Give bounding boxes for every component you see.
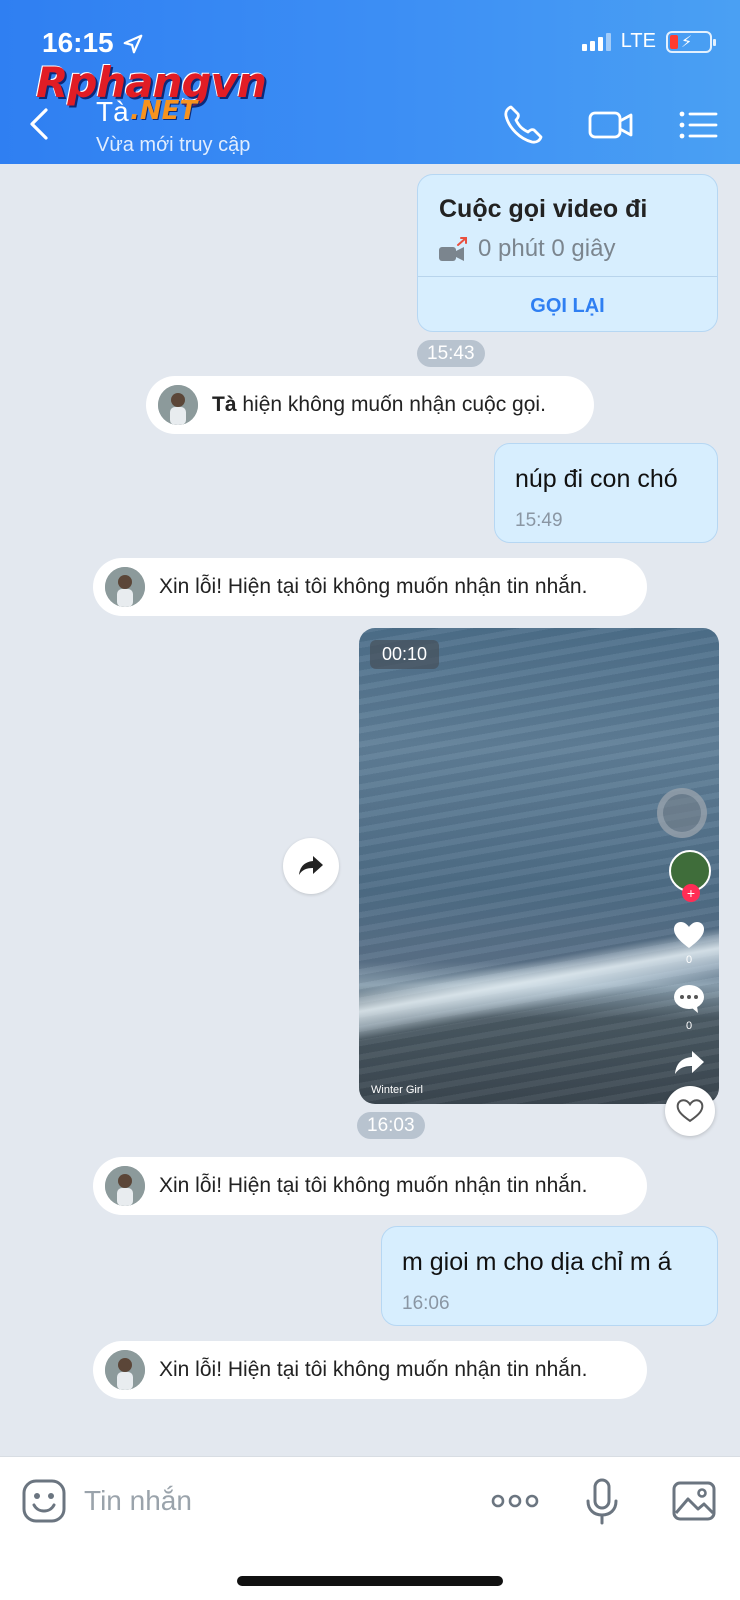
chat-header: 16:15 LTE ⚡ Rphangvn Tà .NET Vừa mới tru… — [0, 0, 740, 164]
outgoing-video-icon — [439, 237, 467, 261]
system-message: Tà hiện không muốn nhận cuộc gọi. — [146, 376, 594, 434]
share-arrow-icon — [299, 856, 323, 875]
location-arrow-icon — [123, 34, 143, 54]
system-message: Xin lỗi! Hiện tại tôi không muốn nhận ti… — [93, 1341, 647, 1399]
home-indicator — [237, 1576, 503, 1586]
more-icon[interactable] — [490, 1477, 540, 1525]
status-indicators: LTE ⚡ — [581, 30, 716, 53]
like-icon — [674, 922, 704, 948]
back-icon[interactable] — [22, 104, 54, 144]
call-duration: 0 phút 0 giây — [478, 235, 616, 262]
call-back-button[interactable]: GỌI LẠI — [418, 295, 717, 318]
message-text: núp đi con chó — [515, 465, 678, 493]
system-text: Xin lỗi! Hiện tại tôi không muốn nhận ti… — [159, 575, 588, 598]
contact-name-bold: Tà — [212, 393, 237, 416]
avatar — [105, 1166, 145, 1206]
contact-status: Vừa mới truy cập — [96, 134, 251, 156]
video-duration: 00:10 — [370, 640, 440, 669]
contact-name[interactable]: Tà — [96, 96, 129, 128]
comment-icon — [674, 985, 704, 1013]
video-message[interactable]: 00:10 + 0 0 Winter Girl — [359, 628, 719, 1104]
comment-count: 0 — [685, 1020, 693, 1032]
battery-icon: ⚡ — [666, 30, 716, 53]
avatar — [158, 385, 198, 425]
message-time: 15:49 — [515, 510, 563, 531]
video-credit: Winter Girl — [371, 1084, 423, 1096]
mic-icon[interactable] — [578, 1477, 626, 1525]
watermark-suffix: .NET — [130, 96, 198, 126]
call-title: Cuộc gọi video đi — [439, 195, 648, 223]
avatar — [105, 1350, 145, 1390]
video-call-icon[interactable] — [587, 102, 635, 148]
menu-icon[interactable] — [678, 102, 720, 148]
system-message: Xin lỗi! Hiện tại tôi không muốn nhận ti… — [93, 1157, 647, 1215]
share-icon — [675, 1051, 704, 1074]
video-call-card: Cuộc gọi video đi 0 phút 0 giây GỌI LẠI — [417, 174, 718, 332]
system-text: hiện không muốn nhận cuộc gọi. — [236, 393, 546, 416]
status-time: 16:15 — [42, 27, 114, 58]
music-disc-icon — [657, 788, 707, 838]
divider — [418, 276, 717, 277]
network-type: LTE — [620, 30, 656, 52]
message-text: m gioi m cho dịa chỉ m á — [402, 1248, 672, 1276]
message-input[interactable]: Tin nhắn — [84, 1479, 464, 1523]
time-badge: 16:03 — [357, 1112, 425, 1139]
message-time: 16:06 — [402, 1293, 450, 1314]
react-heart-button[interactable] — [665, 1086, 715, 1136]
image-icon[interactable] — [670, 1477, 718, 1525]
follow-plus-icon: + — [682, 884, 700, 902]
forward-button[interactable] — [283, 838, 339, 894]
phone-icon[interactable] — [500, 102, 546, 148]
avatar — [105, 567, 145, 607]
outgoing-message[interactable]: núp đi con chó 15:49 — [494, 443, 718, 543]
like-count: 0 — [685, 954, 693, 966]
time-badge: 15:43 — [417, 340, 485, 367]
outgoing-message[interactable]: m gioi m cho dịa chỉ m á 16:06 — [381, 1226, 718, 1326]
heart-outline-icon — [676, 1099, 704, 1123]
sticker-icon[interactable] — [20, 1477, 68, 1525]
system-message: Xin lỗi! Hiện tại tôi không muốn nhận ti… — [93, 558, 647, 616]
signal-icon — [581, 32, 611, 51]
system-text: Xin lỗi! Hiện tại tôi không muốn nhận ti… — [159, 1358, 588, 1381]
system-text: Xin lỗi! Hiện tại tôi không muốn nhận ti… — [159, 1174, 588, 1197]
